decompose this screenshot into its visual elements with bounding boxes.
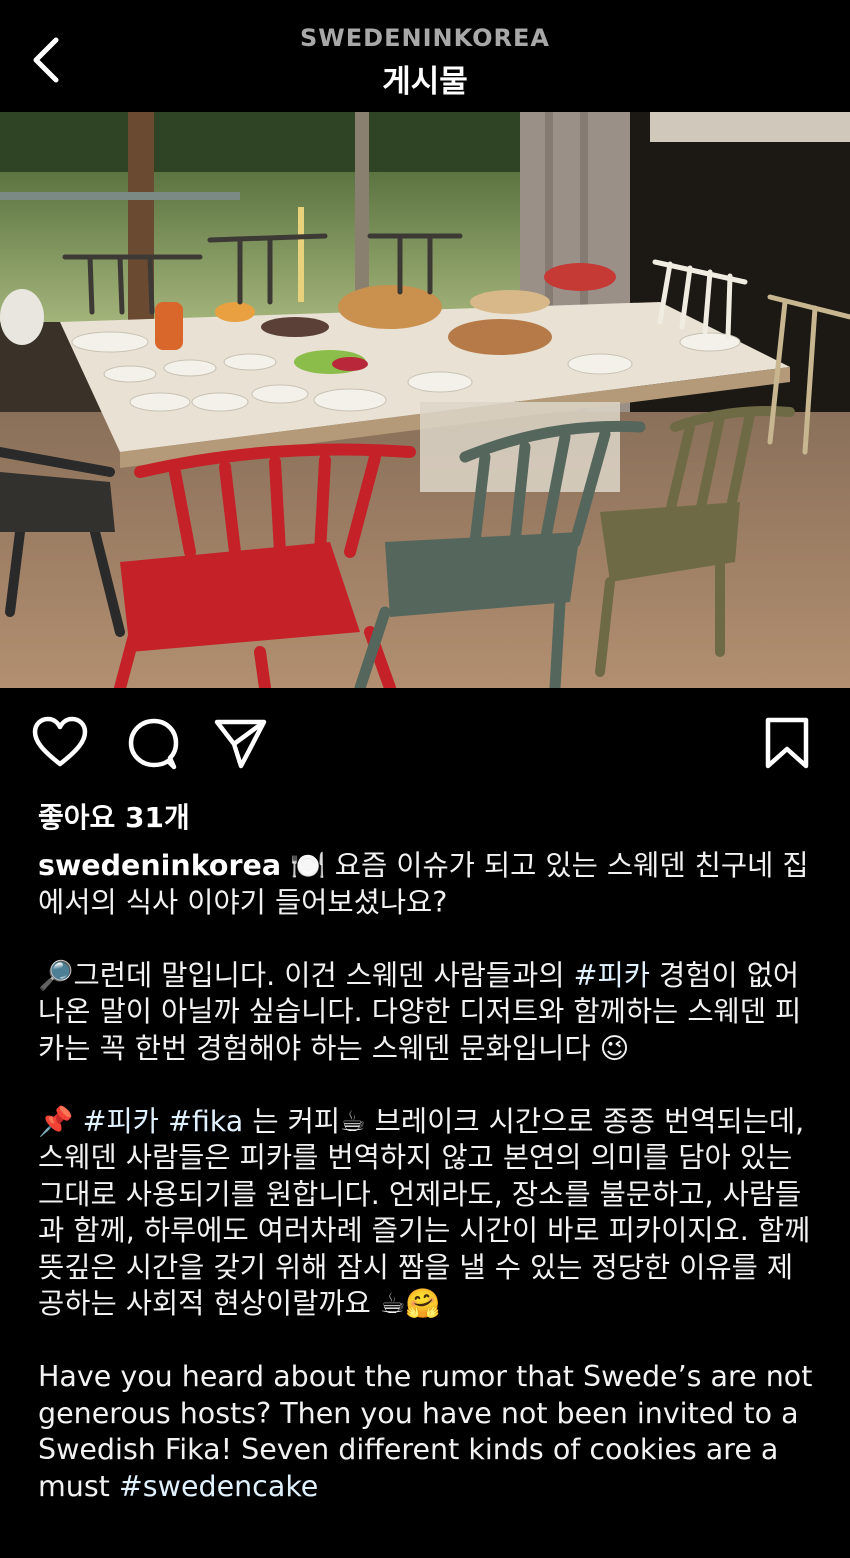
post-photo[interactable] (0, 112, 850, 688)
page-title: 게시물 (382, 64, 468, 100)
post-caption: swedeninkorea 🍽️ 요즘 이슈가 되고 있는 스웨덴 친구네 집에… (38, 848, 818, 1505)
hashtag-link[interactable]: #fika (168, 1105, 243, 1138)
hashtag-link[interactable]: #swedencake (119, 1470, 318, 1503)
hug-emoji: 🤗 (405, 1287, 441, 1320)
like-button[interactable] (30, 714, 90, 774)
wink-emoji: 😉 (599, 1031, 630, 1065)
caption-paragraph-4: Have you heard about the rumor that Swed… (38, 1359, 818, 1505)
pushpin-emoji: 📌 (38, 1104, 74, 1138)
caption-text: 는 커피 (243, 1104, 341, 1138)
header-account-name[interactable]: SWEDENINKOREA (0, 24, 850, 52)
coffee-emoji: ☕ (379, 1287, 406, 1320)
caption-paragraph-3: 📌 #피카 #fika 는 커피☕ 브레이크 시간으로 종종 번역되는데, 스웨… (38, 1104, 818, 1323)
comment-bubble-icon (128, 718, 179, 770)
top-bar: SWEDENINKOREA 게시물 (0, 0, 850, 112)
plate-emoji: 🍽️ (290, 849, 326, 882)
share-button[interactable] (212, 714, 272, 774)
caption-paragraph-1: swedeninkorea 🍽️ 요즘 이슈가 되고 있는 스웨덴 친구네 집에… (38, 848, 818, 921)
coffee-emoji: ☕ (340, 1104, 366, 1138)
caption-text: 그런데 말입니다. 이건 스웨덴 사람들과의 (73, 958, 574, 992)
bookmark-icon (765, 717, 809, 769)
hashtag-link[interactable]: #피카 (574, 959, 650, 992)
dining-table-photo (0, 112, 850, 688)
save-button[interactable] (758, 714, 818, 774)
paper-plane-icon (214, 719, 267, 769)
caption-paragraph-2: 🔎그런데 말입니다. 이건 스웨덴 사람들과의 #피카 경험이 없어 나온 말이… (38, 958, 818, 1068)
comment-button[interactable] (124, 714, 184, 774)
magnifier-emoji: 🔎 (38, 958, 74, 992)
action-bar (0, 688, 850, 798)
caption-username[interactable]: swedeninkorea (38, 849, 281, 882)
likes-count[interactable]: 좋아요 31개 (38, 796, 190, 836)
hashtag-link[interactable]: #피카 (83, 1105, 159, 1138)
heart-icon (32, 716, 88, 767)
